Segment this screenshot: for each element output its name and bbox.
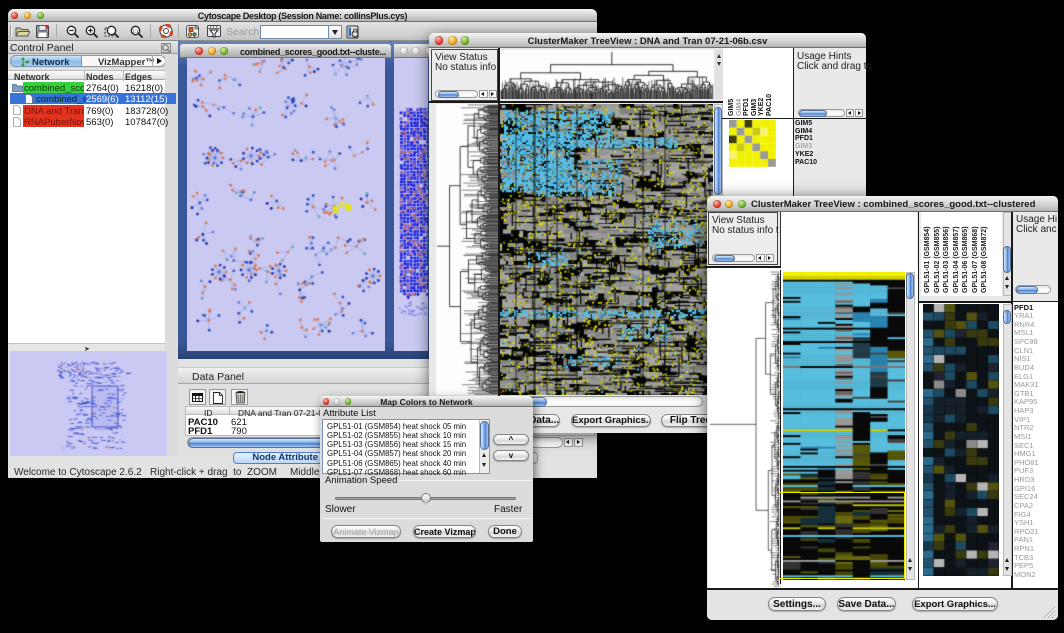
svg-text:1:1: 1:1 xyxy=(132,28,139,33)
